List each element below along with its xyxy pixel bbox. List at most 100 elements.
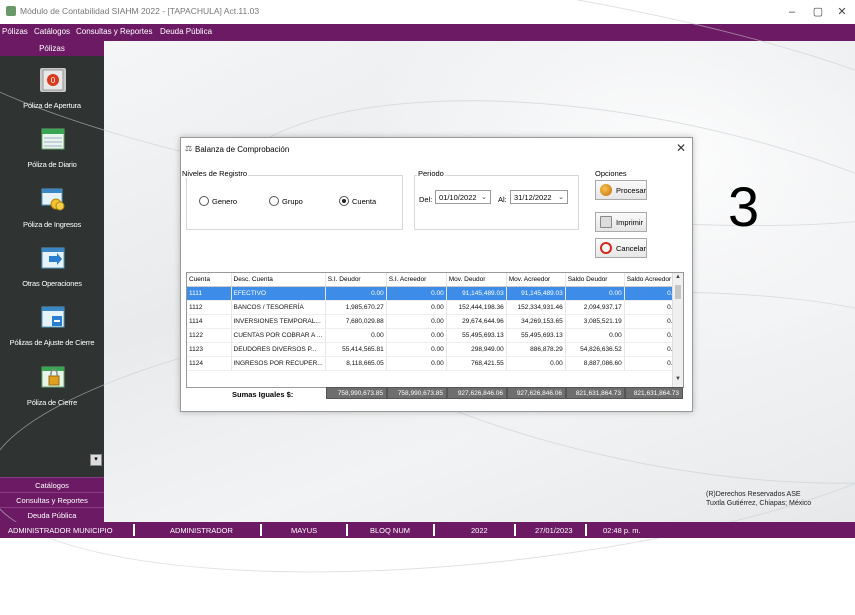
status-ejercicio: 2022 xyxy=(471,526,488,535)
opciones-label: Opciones xyxy=(594,169,628,178)
minimize-button[interactable]: – xyxy=(782,4,802,20)
sumas-iguales-label: Sumas Iguales $: xyxy=(232,390,294,399)
sidebar-item-poliza-ingresos[interactable]: Póliza de Ingresos xyxy=(0,187,104,247)
status-usuario: ADMINISTRADOR xyxy=(170,526,233,535)
table-cell: 55,414,565.81 xyxy=(325,342,387,357)
scroll-down-icon[interactable]: ▼ xyxy=(674,376,682,382)
status-bloq-num: BLOQ NUM xyxy=(370,526,411,535)
cancel-icon xyxy=(600,242,612,254)
table-cell: 91,145,489.03 xyxy=(446,286,507,301)
radio-grupo[interactable] xyxy=(269,196,279,206)
table-cell: 0.00 xyxy=(506,356,566,371)
lock-icon xyxy=(40,365,66,389)
status-bar: ADMINISTRADOR MUNICIPIO ADMINISTRADOR MA… xyxy=(0,522,855,538)
table-row[interactable]: 1122 CUENTAS POR COBRAR A ... 0.00 0.00 55,4… xyxy=(187,328,683,343)
table-cell: 0.00 xyxy=(386,328,447,343)
coins-icon xyxy=(40,187,66,211)
table-cell: EFECTIVO xyxy=(231,286,326,301)
column-header-si-deudor[interactable]: S.I. Deudor xyxy=(325,273,387,287)
table-cell: 298,949.00 xyxy=(446,342,507,357)
balanza-dialog: ⚖ Balanza de Comprobación ✕ Niveles de R… xyxy=(180,137,693,412)
table-row[interactable]: 1123 DEUDORES DIVERSOS P... 55,414,565.81 0… xyxy=(187,342,683,357)
table-row[interactable]: 1112 BANCOS / TESORERÍA 1,985,670.27 0.00 15… xyxy=(187,300,683,315)
table-body: 1111 EFECTIVO 0.00 0.00 91,145,489.03 91,145,… xyxy=(187,286,683,371)
sidebar-item-label: Otras Operaciones xyxy=(22,279,82,288)
radio-cuenta[interactable] xyxy=(339,196,349,206)
del-label: Del: xyxy=(419,195,433,204)
fecha-al-picker[interactable]: 31/12/2022 ⌄ xyxy=(510,190,568,204)
radio-grupo-label: Grupo xyxy=(282,197,303,206)
table-cell: 0.00 xyxy=(386,342,447,357)
sum-si-acreedor: 758,990,673.85 xyxy=(387,387,447,399)
sidebar-item-poliza-diario[interactable]: Póliza de Diario xyxy=(0,127,104,187)
radio-genero[interactable] xyxy=(199,196,209,206)
table-row[interactable]: 1124 INGRESOS POR RECUPER... 8,118,665.05 0… xyxy=(187,356,683,371)
procesar-button[interactable]: Procesar xyxy=(595,180,647,200)
table-scrollbar[interactable]: ▲ ▼ xyxy=(672,273,683,387)
status-separator xyxy=(260,524,262,536)
table-cell: 29,674,644.96 xyxy=(446,314,507,329)
sidebar-item-otras-operaciones[interactable]: Otras Operaciones xyxy=(0,246,104,306)
table-cell: 1114 xyxy=(187,314,232,329)
sum-saldo-deudor: 821,631,864.73 xyxy=(566,387,625,399)
table-cell: 0.00 xyxy=(325,328,387,343)
scroll-up-icon[interactable]: ▲ xyxy=(674,274,682,280)
printer-icon xyxy=(600,216,612,228)
column-header-si-acreedor[interactable]: S.I. Acreedor xyxy=(386,273,447,287)
status-usuario-municipio: ADMINISTRADOR MUNICIPIO xyxy=(8,526,113,535)
column-header-cuenta[interactable]: Cuenta xyxy=(187,273,232,287)
status-mayus: MAYUS xyxy=(291,526,318,535)
imprimir-button[interactable]: Imprimir xyxy=(595,212,647,232)
chevron-down-icon: ⌄ xyxy=(558,194,564,201)
sidebar-item-label: Pólizas de Ajuste de Cierre xyxy=(9,338,95,347)
sidebar-item-label: Póliza de Ingresos xyxy=(22,220,82,229)
table-cell: 7,680,029.88 xyxy=(325,314,387,329)
table-row[interactable]: 1111 EFECTIVO 0.00 0.00 91,145,489.03 91,145,… xyxy=(187,286,683,301)
table-cell: 0.00 xyxy=(386,300,447,315)
table-cell: BANCOS / TESORERÍA xyxy=(231,300,326,315)
table-cell: 1122 xyxy=(187,328,232,343)
dialog-close-button[interactable]: ✕ xyxy=(676,141,686,155)
table-cell: 152,444,198.36 xyxy=(446,300,507,315)
al-label: Al: xyxy=(498,195,507,204)
table-cell: 1124 xyxy=(187,356,232,371)
table-cell: 1112 xyxy=(187,300,232,315)
status-separator xyxy=(514,524,516,536)
dialog-app-icon: ⚖ xyxy=(185,144,193,153)
column-header-mov-acreedor[interactable]: Mov. Acreedor xyxy=(506,273,566,287)
sidebar-item-ajuste-cierre[interactable]: Pólizas de Ajuste de Cierre xyxy=(0,305,104,365)
fecha-del-value: 01/10/2022 xyxy=(439,193,477,202)
sidebar-item-label: Póliza de Diario xyxy=(27,160,77,169)
table-cell: 3,085,521.19 xyxy=(565,314,625,329)
status-separator xyxy=(585,524,587,536)
table-cell: INGRESOS POR RECUPER... xyxy=(231,356,326,371)
cancelar-label: Cancelar xyxy=(616,244,647,253)
maximize-button[interactable]: ▢ xyxy=(808,4,828,20)
sum-mov-deudor: 927,626,846.06 xyxy=(447,387,507,399)
table-cell: INVERSIONES TEMPORAL... xyxy=(231,314,326,329)
sum-saldo-acreedor: 821,631,864.73 xyxy=(625,387,683,399)
niveles-label: Niveles de Registro xyxy=(181,169,249,178)
table-row[interactable]: 1114 INVERSIONES TEMPORAL... 7,680,029.88 0… xyxy=(187,314,683,329)
close-window-button[interactable]: ✕ xyxy=(832,4,852,20)
adjust-icon xyxy=(40,305,66,329)
table-cell: 2,094,937.17 xyxy=(565,300,625,315)
column-header-saldo-deudor[interactable]: Saldo Deudor xyxy=(565,273,625,287)
table-cell: 1111 xyxy=(187,286,232,301)
column-header-desc[interactable]: Desc. Cuenta xyxy=(231,273,326,287)
copyright-line: (R)Derechos Reservados ASE xyxy=(706,491,801,498)
status-separator xyxy=(346,524,348,536)
fecha-del-picker[interactable]: 01/10/2022 ⌄ xyxy=(435,190,491,204)
table-cell: 1123 xyxy=(187,342,232,357)
table-cell: 0.00 xyxy=(386,356,447,371)
status-separator xyxy=(133,524,135,536)
balanza-table[interactable]: Cuenta Desc. Cuenta S.I. Deudor S.I. Acr… xyxy=(186,272,684,388)
table-cell: 55,495,693.13 xyxy=(506,328,566,343)
scroll-thumb[interactable] xyxy=(675,285,681,299)
table-cell: 0.00 xyxy=(386,314,447,329)
column-header-mov-deudor[interactable]: Mov. Deudor xyxy=(446,273,507,287)
cancelar-button[interactable]: Cancelar xyxy=(595,238,647,258)
process-icon xyxy=(600,184,612,196)
table-cell: 8,887,086.60 xyxy=(565,356,625,371)
table-cell: DEUDORES DIVERSOS P... xyxy=(231,342,326,357)
